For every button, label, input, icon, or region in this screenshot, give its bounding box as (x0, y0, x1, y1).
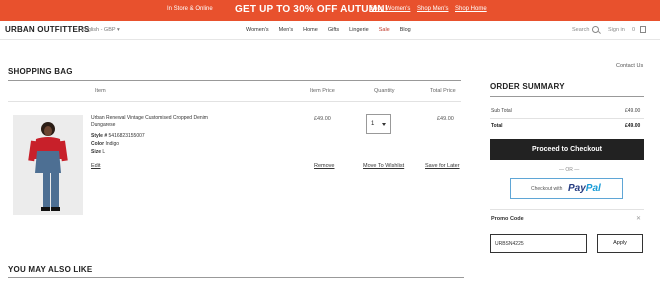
color-label: Color (91, 141, 105, 147)
paypal-logo-icon: PayPal (568, 183, 601, 194)
style-label: Style # (91, 133, 108, 139)
total-value: £49.00 (625, 123, 641, 129)
model-figure-icon (13, 115, 83, 215)
order-summary-title: ORDER SUMMARY (490, 82, 565, 91)
divider (8, 80, 461, 81)
promo-headline[interactable]: GET UP TO 30% OFF AUTUMN! (235, 4, 388, 15)
style-value: 5416823155007 (108, 133, 145, 139)
promo-link-womens[interactable]: Shop Women's (370, 6, 410, 12)
promo-link-home[interactable]: Shop Home (455, 6, 487, 12)
site-header: URBAN OUTFITTERS English - GBP ▾ Women's… (0, 21, 660, 40)
remove-link[interactable]: Remove (314, 163, 334, 169)
total-label: Total (491, 123, 503, 129)
paypal-checkout-button[interactable]: Checkout with PayPal (510, 178, 623, 199)
region-selector[interactable]: English - GBP ▾ (81, 27, 120, 33)
promo-bar: In Store & Online GET UP TO 30% OFF AUTU… (0, 0, 660, 21)
close-icon[interactable]: ✕ (636, 215, 641, 222)
product-image[interactable] (13, 115, 83, 215)
product-name[interactable]: Urban Renewal Vintage Customised Cropped… (91, 115, 221, 128)
nav-lingerie[interactable]: Lingerie (349, 27, 369, 33)
also-like-title: YOU MAY ALSO LIKE (8, 265, 93, 274)
edit-link[interactable]: Edit (91, 163, 100, 169)
col-total-price: Total Price (430, 88, 456, 94)
search-label[interactable]: Search (572, 27, 589, 33)
col-quantity: Quantity (374, 88, 395, 94)
nav-womens[interactable]: Women's (246, 27, 269, 33)
col-item-price: Item Price (310, 88, 335, 94)
search-icon[interactable] (592, 26, 599, 33)
nav-gifts[interactable]: Gifts (328, 27, 339, 33)
subtotal-label: Sub Total (491, 108, 512, 114)
divider (490, 96, 644, 97)
size-value: L (102, 149, 106, 155)
quantity-value: 1 (371, 121, 375, 127)
product-size: Size L (91, 149, 105, 156)
product-style: Style # 5416823155007 (91, 133, 145, 140)
site-logo[interactable]: URBAN OUTFITTERS (5, 25, 90, 34)
shopping-bag-icon[interactable] (640, 26, 646, 33)
product-color: Color Indigo (91, 141, 119, 148)
size-label: Size (91, 149, 102, 155)
promo-code-input[interactable]: URBSN4225 (490, 234, 587, 253)
divider (490, 118, 644, 119)
total-price: £49.00 (437, 116, 454, 122)
promo-store-text: In Store & Online (167, 6, 213, 12)
region-label: English - GBP (81, 27, 116, 33)
item-price: £49.00 (314, 116, 331, 122)
shopping-bag-title: SHOPPING BAG (8, 67, 73, 76)
color-value: Indigo (105, 141, 120, 147)
divider (8, 277, 464, 278)
nav-blog[interactable]: Blog (400, 27, 411, 33)
apply-button[interactable]: Apply (597, 234, 643, 253)
bag-count: 0 (632, 27, 636, 33)
chevron-down-icon (382, 123, 386, 126)
main-nav: Women's Men's Home Gifts Lingerie Sale B… (246, 27, 411, 33)
sign-in-link[interactable]: Sign in (608, 27, 625, 33)
nav-sale[interactable]: Sale (379, 27, 390, 33)
paypal-prefix: Checkout with (531, 186, 563, 192)
save-for-later-link[interactable]: Save for Later (425, 163, 460, 169)
divider (8, 101, 461, 102)
subtotal-value: £49.00 (625, 108, 641, 114)
col-item: Item (95, 88, 106, 94)
divider (490, 209, 644, 210)
proceed-to-checkout-button[interactable]: Proceed to Checkout (490, 139, 644, 160)
move-to-wishlist-link[interactable]: Move To Wishlist (363, 163, 404, 169)
promo-code-label: Promo Code (491, 216, 524, 222)
or-separator: — OR — (559, 167, 580, 173)
nav-mens[interactable]: Men's (279, 27, 294, 33)
quantity-select[interactable]: 1 (366, 114, 391, 134)
nav-home[interactable]: Home (303, 27, 318, 33)
promo-link-mens[interactable]: Shop Men's (417, 6, 449, 12)
contact-us-link[interactable]: Contact Us (616, 63, 643, 69)
